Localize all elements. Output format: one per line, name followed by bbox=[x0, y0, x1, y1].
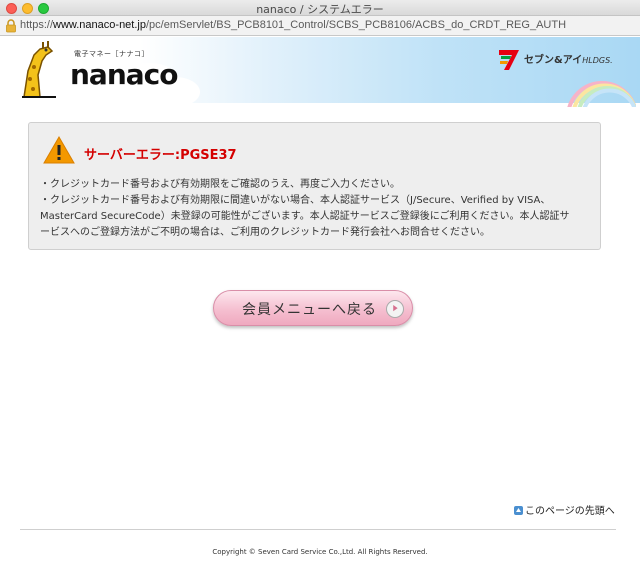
page-top-link[interactable]: このページの先頭へ bbox=[514, 502, 615, 517]
header-sky-background bbox=[140, 37, 640, 103]
window-titlebar: nanaco / システムエラー bbox=[0, 0, 640, 16]
warning-icon bbox=[43, 136, 75, 164]
nanaco-logo[interactable]: 電子マネー［ナナコ］ nanaco bbox=[16, 41, 178, 101]
error-title: サーバーエラー:PGSE37 bbox=[84, 148, 237, 163]
url-text[interactable]: https://www.nanaco-net.jp/pc/emServlet/B… bbox=[20, 19, 566, 31]
url-path: /pc/emServlet/BS_PCB8101_Control/SCBS_PC… bbox=[145, 19, 567, 31]
corp-logo-name: セブン&アイ bbox=[524, 55, 583, 66]
arrow-up-icon bbox=[514, 506, 523, 515]
logo-wordmark: nanaco bbox=[70, 58, 178, 91]
lock-icon bbox=[6, 19, 16, 33]
error-line: ・クレジットカード番号および有効期限に間違いがない場合、本人認証サービス（J/S… bbox=[40, 195, 551, 206]
error-description: ・クレジットカード番号および有効期限をご確認のうえ、再度ご入力ください。 ・クレ… bbox=[40, 177, 595, 241]
arrow-right-icon bbox=[386, 300, 404, 318]
error-line: ・クレジットカード番号および有効期限をご確認のうえ、再度ご入力ください。 bbox=[40, 179, 400, 190]
error-line: MasterCard SecureCode）未登録の可能性がございます。本人認証… bbox=[40, 211, 570, 222]
corp-logo-text[interactable]: セブン&アイHLDGS. bbox=[524, 51, 613, 66]
site-header: 電子マネー［ナナコ］ nanaco セブン&アイHLDGS. bbox=[0, 37, 640, 107]
back-to-member-menu-button[interactable]: 会員メニューへ戻る bbox=[213, 290, 413, 326]
giraffe-icon bbox=[22, 41, 56, 98]
url-prefix: https:// bbox=[20, 19, 54, 31]
copyright-text: Copyright © Seven Card Service Co.,Ltd. … bbox=[212, 548, 428, 556]
error-message-box: サーバーエラー:PGSE37 ・クレジットカード番号および有効期限をご確認のうえ… bbox=[28, 122, 601, 250]
corp-logo-suffix: HLDGS. bbox=[582, 56, 613, 65]
seven-and-i-icon bbox=[499, 50, 519, 70]
window-title: nanaco / システムエラー bbox=[256, 3, 384, 16]
error-line: ービスへのご登録方法がご不明の場合は、ご利用のクレジットカード発行会社へお問合せ… bbox=[40, 227, 490, 238]
back-button-label: 会員メニューへ戻る bbox=[242, 302, 377, 318]
page-top-label: このページの先頭へ bbox=[525, 506, 615, 517]
rainbow-decoration bbox=[567, 81, 636, 107]
address-bar[interactable]: https://www.nanaco-net.jp/pc/emServlet/B… bbox=[0, 16, 640, 36]
url-domain: www.nanaco-net.jp bbox=[53, 19, 146, 31]
footer-divider bbox=[20, 529, 616, 530]
